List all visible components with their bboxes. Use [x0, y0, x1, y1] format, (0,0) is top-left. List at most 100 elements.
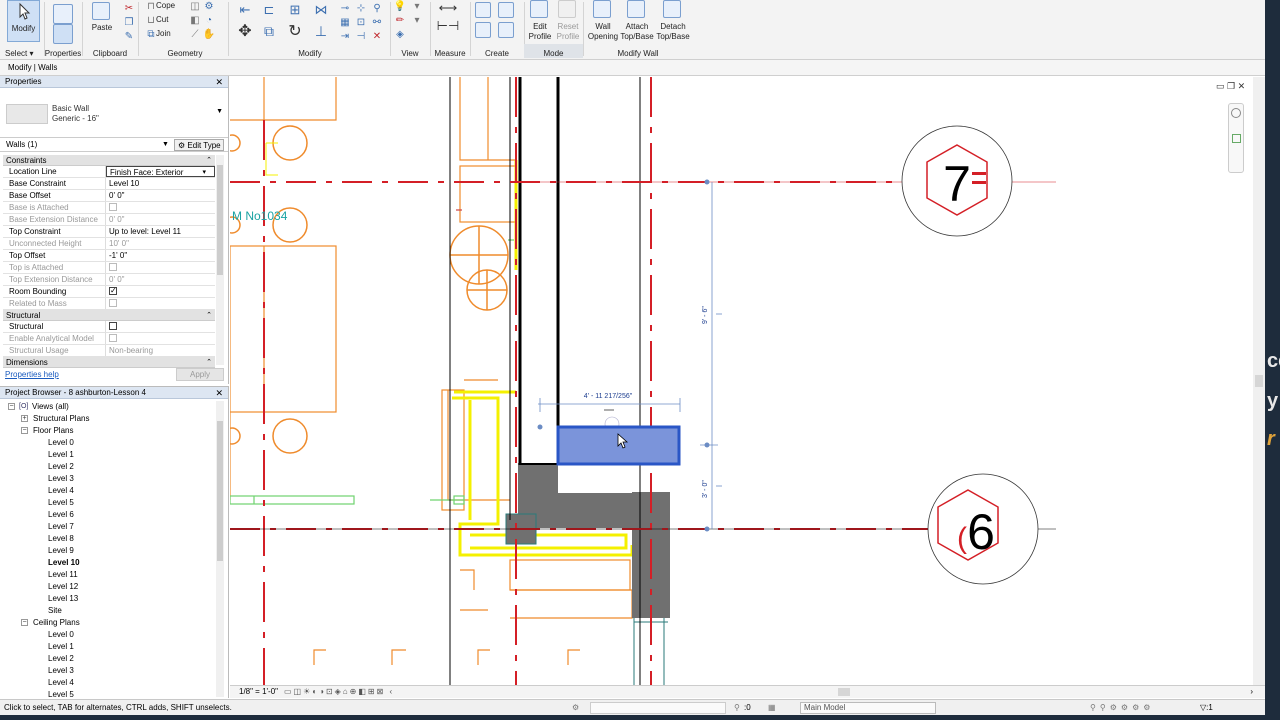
- close-icon[interactable]: ✕: [215, 387, 223, 399]
- browser-item[interactable]: Level 1: [0, 449, 216, 461]
- browser-item[interactable]: Site: [0, 605, 216, 617]
- property-row[interactable]: Unconnected Height 10' 0": [3, 238, 215, 250]
- worksets-icon[interactable]: ⚙: [572, 700, 579, 715]
- browser-item[interactable]: Level 4: [0, 677, 216, 689]
- browser-item[interactable]: Level 1: [0, 641, 216, 653]
- view-scale[interactable]: 1/8" = 1'-0": [239, 686, 278, 698]
- design-options-icon[interactable]: ⚲: [734, 700, 740, 715]
- property-row[interactable]: Top Offset -1' 0": [3, 250, 215, 262]
- browser-item[interactable]: Level 9: [0, 545, 216, 557]
- browser-item[interactable]: Level 6: [0, 509, 216, 521]
- collapse-icon[interactable]: ⌃: [206, 155, 212, 166]
- chevron-down-icon[interactable]: ▼: [216, 108, 223, 115]
- dimension-upper[interactable]: 9' - 6": [702, 306, 709, 324]
- property-row[interactable]: Base Extension Distance 0' 0": [3, 214, 215, 226]
- room-tag[interactable]: M No1034: [232, 209, 288, 223]
- create-group-icon[interactable]: [475, 22, 491, 38]
- browser-item[interactable]: Level 0: [0, 629, 216, 641]
- view-control-icons[interactable]: ▭◫☀◐◑⊡◈⌂⊕◧⊞⊠ ‹: [284, 686, 394, 698]
- property-group-header[interactable]: Dimensions ⌃: [3, 357, 215, 368]
- collapse-icon[interactable]: −: [8, 403, 15, 410]
- property-value[interactable]: -1' 0": [106, 250, 215, 261]
- extend-icon[interactable]: ⇥: [338, 30, 352, 42]
- property-value[interactable]: ✓: [106, 286, 215, 297]
- drawing-canvas[interactable]: 7 ( 6 M No1034 4' - 11 217/256" 9' - 6" …: [230, 77, 1265, 685]
- expand-icon[interactable]: +: [21, 415, 28, 422]
- navigation-bar[interactable]: [1228, 103, 1244, 173]
- geometry-tool-1-icon[interactable]: ◫: [188, 0, 202, 12]
- move-icon[interactable]: ✥: [236, 22, 254, 40]
- collapse-icon[interactable]: −: [21, 619, 28, 626]
- geometry-tool-2-icon[interactable]: ⚙: [202, 0, 216, 12]
- mirror-axis-icon[interactable]: ⊞: [286, 2, 304, 18]
- property-value[interactable]: Level 10: [106, 178, 215, 189]
- geometry-tool-5-icon[interactable]: ⟋: [188, 28, 202, 40]
- create-parts-icon[interactable]: [498, 2, 514, 18]
- workset-selector[interactable]: [590, 702, 726, 714]
- selection-filter-icons[interactable]: ⚲⚲⚙⚙⚙⚙: [1090, 700, 1154, 715]
- property-row[interactable]: Top Constraint Up to level: Level 11: [3, 226, 215, 238]
- view-window-controls[interactable]: ▭ ❐ ✕: [1216, 81, 1245, 92]
- align-icon[interactable]: ⇤: [236, 2, 254, 18]
- filter-count[interactable]: ▽:1: [1200, 700, 1213, 715]
- property-value[interactable]: [106, 321, 215, 332]
- browser-item[interactable]: Level 11: [0, 569, 216, 581]
- apply-button[interactable]: Apply: [176, 368, 224, 381]
- temporary-dimension[interactable]: 4' - 11 217/256": [584, 393, 633, 400]
- split-gap-icon[interactable]: ⊹: [354, 2, 368, 14]
- property-checkbox[interactable]: ✓: [109, 286, 117, 295]
- browser-item[interactable]: Level 8: [0, 533, 216, 545]
- create-similar-icon[interactable]: [498, 22, 514, 38]
- property-row[interactable]: Structural Usage Non-bearing: [3, 345, 215, 357]
- browser-item[interactable]: − Floor Plans: [0, 425, 216, 437]
- property-row[interactable]: Top Extension Distance 0' 0": [3, 274, 215, 286]
- model-icon[interactable]: ▦: [768, 700, 776, 715]
- property-row[interactable]: Base Constraint Level 10: [3, 178, 215, 190]
- scale-icon[interactable]: ⊡: [354, 16, 368, 28]
- property-checkbox[interactable]: [109, 321, 117, 330]
- paint-icon[interactable]: ✋: [202, 28, 216, 40]
- property-row[interactable]: Base is Attached: [3, 202, 215, 214]
- attach-top-base-icon[interactable]: [627, 0, 645, 18]
- horizontal-scroll-thumb[interactable]: [838, 688, 850, 696]
- property-value[interactable]: Up to level: Level 11: [106, 226, 215, 237]
- delete-icon[interactable]: ✕: [370, 30, 384, 42]
- attach-top-base-label[interactable]: Attach Top/Base: [619, 22, 655, 42]
- property-value[interactable]: Finish Face: Exterior ▾: [106, 166, 215, 177]
- pin-icon[interactable]: ⚲: [370, 2, 384, 14]
- copy-element-icon[interactable]: ⧉: [260, 22, 278, 40]
- browser-item[interactable]: Level 7: [0, 521, 216, 533]
- property-row[interactable]: Enable Analytical Model: [3, 333, 215, 345]
- model-selector[interactable]: Main Model: [800, 702, 936, 714]
- browser-item[interactable]: Level 3: [0, 665, 216, 677]
- property-group-header[interactable]: Structural ⌃: [3, 310, 215, 321]
- collapse-icon[interactable]: ⌃: [206, 357, 212, 368]
- browser-item[interactable]: − Ceiling Plans: [0, 617, 216, 629]
- wall-opening-icon[interactable]: [593, 0, 611, 18]
- hide-icon[interactable]: ◈: [393, 28, 407, 40]
- properties-scrollbar[interactable]: [216, 155, 224, 365]
- wall-opening-label[interactable]: Wall Opening: [585, 22, 621, 42]
- browser-item[interactable]: Level 2: [0, 461, 216, 473]
- property-row[interactable]: Room Bounding ✓: [3, 286, 215, 298]
- paste-icon[interactable]: [92, 2, 110, 20]
- property-row[interactable]: Top is Attached: [3, 262, 215, 274]
- join-label[interactable]: Join: [156, 29, 171, 38]
- instance-filter[interactable]: Walls (1) ▼ ⚙ Edit Type: [0, 138, 228, 152]
- browser-item[interactable]: Level 5: [0, 497, 216, 509]
- property-row[interactable]: Related to Mass: [3, 298, 215, 310]
- browser-item[interactable]: Level 3: [0, 473, 216, 485]
- edit-type-button[interactable]: ⚙ Edit Type: [174, 139, 224, 151]
- geometry-tool-3-icon[interactable]: ◧: [188, 14, 202, 26]
- array-icon[interactable]: ▦: [338, 16, 352, 28]
- browser-item[interactable]: − [O] Views (all): [0, 401, 216, 413]
- edit-profile-icon[interactable]: [530, 0, 548, 18]
- property-row[interactable]: Structural: [3, 321, 215, 333]
- properties-help-link[interactable]: Properties help: [5, 370, 59, 379]
- browser-item[interactable]: Level 4: [0, 485, 216, 497]
- property-value[interactable]: 0' 0": [106, 190, 215, 201]
- property-row[interactable]: Base Offset 0' 0": [3, 190, 215, 202]
- edit-profile-label[interactable]: Edit Profile: [524, 22, 556, 42]
- property-row[interactable]: Location Line Finish Face: Exterior ▾: [3, 166, 215, 178]
- view-dropdown-2-icon[interactable]: ▾: [410, 14, 424, 26]
